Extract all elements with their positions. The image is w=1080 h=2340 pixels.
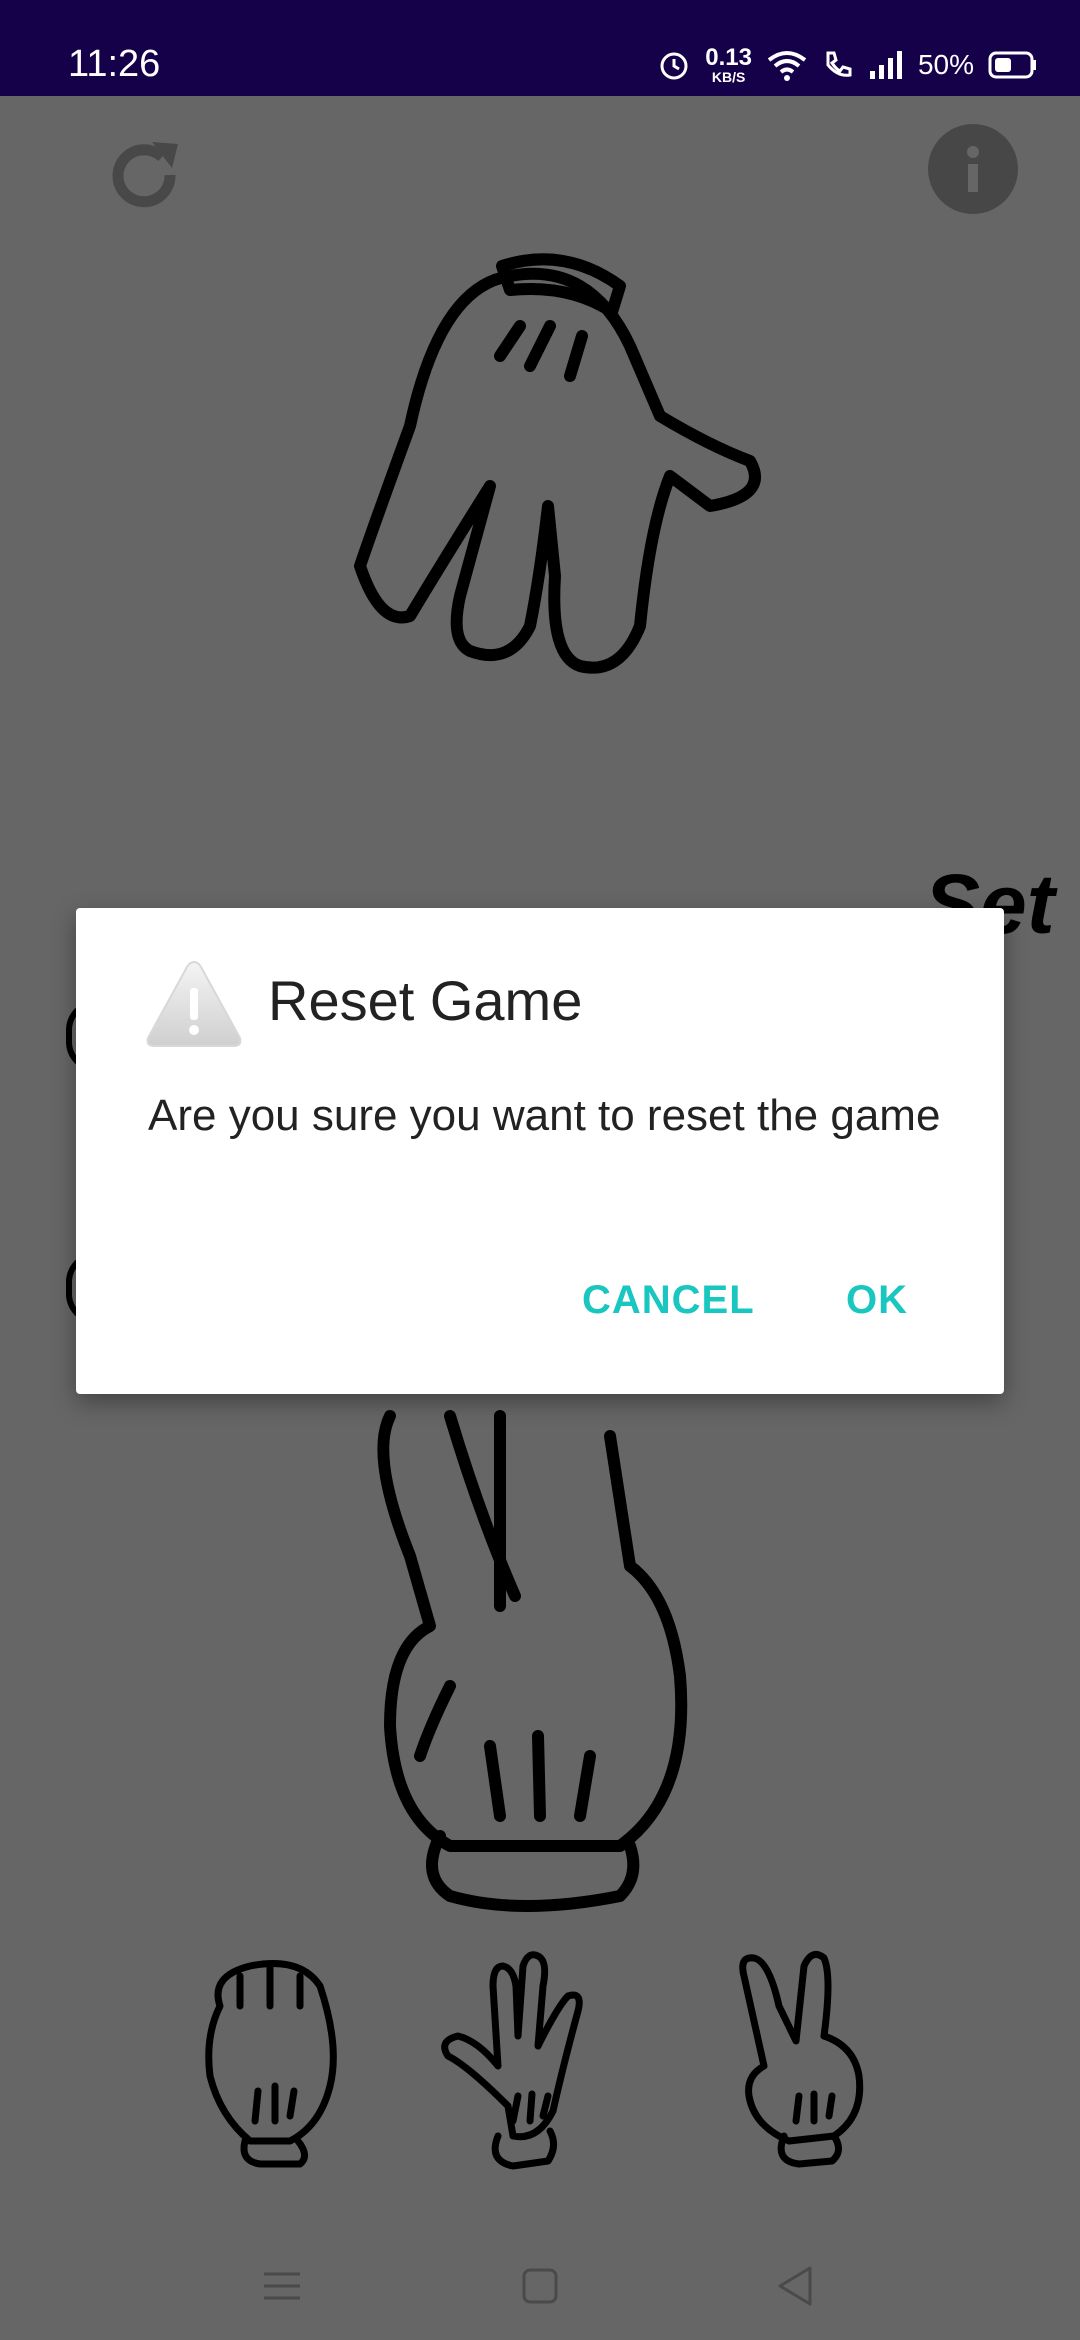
back-icon[interactable]	[766, 2256, 826, 2316]
home-icon[interactable]	[510, 2256, 570, 2316]
info-button[interactable]	[928, 124, 1018, 214]
network-speed: 0.13 KB/S	[705, 44, 752, 85]
status-bar: 11:26 0.13 KB/S 50%	[0, 0, 1080, 96]
menu-icon[interactable]	[252, 2256, 312, 2316]
info-icon	[967, 146, 979, 192]
cancel-button[interactable]: CANCEL	[582, 1278, 755, 1323]
network-speed-unit: KB/S	[711, 69, 746, 85]
battery-icon	[988, 51, 1036, 79]
navigation-bar	[0, 2226, 1080, 2340]
refresh-icon	[112, 142, 178, 208]
opponent-hand-paper-icon	[354, 253, 761, 674]
paper-choice-button[interactable]	[438, 1946, 598, 2176]
wifi-icon	[767, 51, 807, 81]
paper-hand-icon	[441, 1951, 583, 2170]
scissors-choice-button[interactable]	[724, 1946, 884, 2176]
warning-icon	[146, 960, 242, 1047]
rock-hand-icon	[205, 1960, 337, 2168]
scissors-hand-icon	[739, 1950, 864, 2168]
reset-game-dialog: Reset Game Are you sure you want to rese…	[76, 908, 1004, 1394]
network-speed-value: 0.13	[705, 44, 752, 71]
dialog-title: Reset Game	[268, 969, 583, 1032]
reset-button[interactable]	[100, 130, 190, 220]
status-time: 11:26	[68, 43, 161, 85]
status-icons: 0.13 KB/S 50%	[657, 40, 1038, 90]
call-icon	[826, 51, 852, 77]
rock-choice-button[interactable]	[190, 1946, 350, 2176]
signal-icon	[869, 51, 902, 79]
dialog-message: Are you sure you want to reset the game	[148, 1091, 941, 1140]
ok-button[interactable]: OK	[846, 1278, 908, 1323]
battery-percent: 50%	[917, 49, 974, 80]
player-hand-rock-icon	[377, 1410, 688, 1912]
alarm-icon	[660, 52, 688, 80]
